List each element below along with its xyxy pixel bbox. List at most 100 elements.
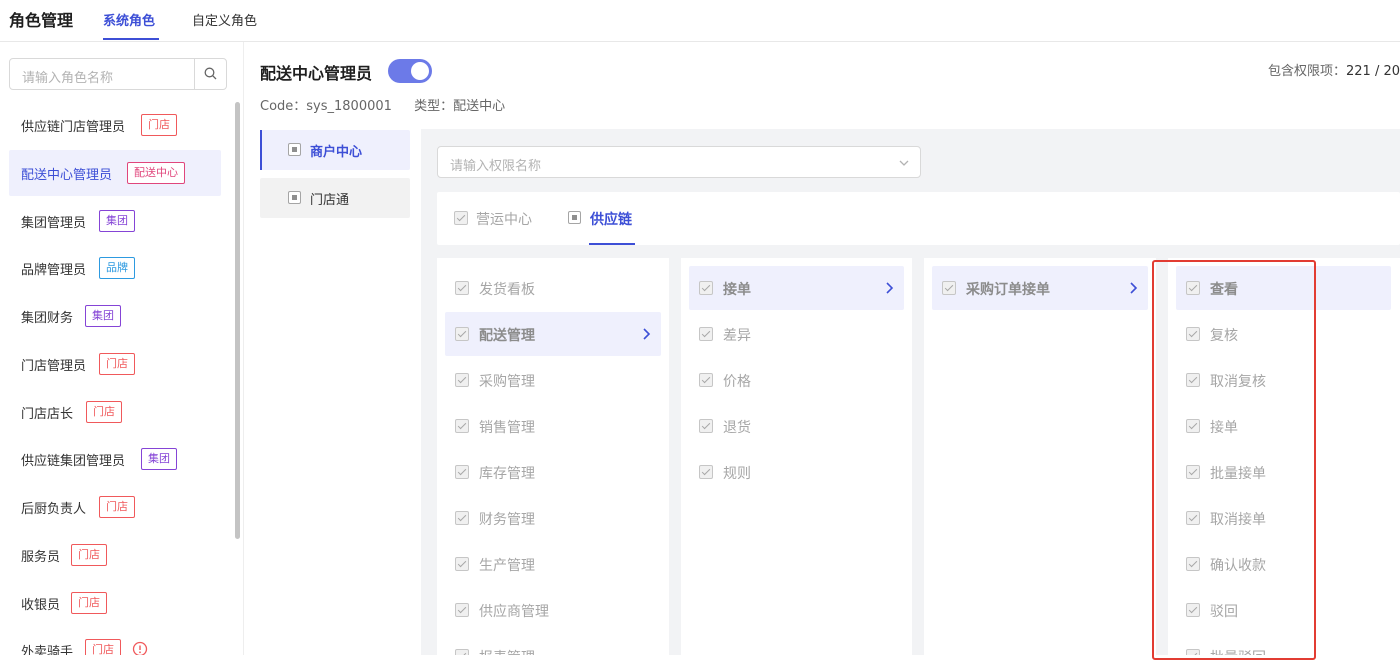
permission-item[interactable]: 采购管理 xyxy=(445,358,661,402)
permission-item[interactable]: 复核 xyxy=(1176,312,1391,356)
checkbox-icon[interactable] xyxy=(1186,511,1200,525)
role-title: 配送中心管理员 xyxy=(260,64,373,83)
partial-checkbox-icon[interactable] xyxy=(568,211,581,224)
role-list-scrollbar[interactable] xyxy=(235,102,240,539)
app-item-store-pass[interactable]: 门店通 xyxy=(260,178,410,218)
role-search-input[interactable]: 请输入角色名称 xyxy=(9,58,227,90)
permission-count-value: 221 / 20 xyxy=(1346,64,1400,79)
role-name: 品牌管理员 xyxy=(21,263,87,278)
role-item[interactable]: 供应链门店管理员 门店 xyxy=(9,102,221,148)
permission-label: 发货看板 xyxy=(479,282,535,298)
checkbox-icon[interactable] xyxy=(455,465,469,479)
partial-checkbox-icon[interactable] xyxy=(288,191,301,204)
top-bar: 角色管理 系统角色 自定义角色 xyxy=(0,0,1400,42)
permission-item-selected[interactable]: 接单 xyxy=(689,266,904,310)
checkbox-icon[interactable] xyxy=(1186,603,1200,617)
module-active-indicator xyxy=(589,243,635,245)
role-item[interactable]: 外卖骑手 门店 xyxy=(9,627,221,655)
role-name: 收银员 xyxy=(21,598,61,613)
checkbox-icon[interactable] xyxy=(1186,557,1200,571)
permission-item[interactable]: 批量接单 xyxy=(1176,450,1391,494)
checkbox-icon[interactable] xyxy=(699,281,713,295)
checkbox-icon[interactable] xyxy=(1186,419,1200,433)
checkbox-icon[interactable] xyxy=(455,557,469,571)
permission-label: 价格 xyxy=(723,374,751,390)
permission-item[interactable]: 销售管理 xyxy=(445,404,661,448)
checkbox-icon[interactable] xyxy=(455,327,469,341)
permission-item-selected[interactable]: 配送管理 xyxy=(445,312,661,356)
checkbox-icon[interactable] xyxy=(699,373,713,387)
role-tag: 集团 xyxy=(99,210,135,232)
permission-item[interactable]: 发货看板 xyxy=(445,266,661,310)
permission-label: 接单 xyxy=(1210,420,1238,436)
partial-checkbox-icon[interactable] xyxy=(288,143,301,156)
checkbox-icon[interactable] xyxy=(699,419,713,433)
permission-item[interactable]: 差异 xyxy=(689,312,904,356)
permission-item[interactable]: 取消复核 xyxy=(1176,358,1391,402)
checkbox-icon[interactable] xyxy=(455,419,469,433)
toggle-knob xyxy=(411,62,429,80)
role-list-panel: 请输入角色名称 供应链门店管理员 门店 配送中心管理员 配送中心 集团管理员 集… xyxy=(0,42,244,655)
checkbox-icon[interactable] xyxy=(455,649,469,655)
checkbox-icon[interactable] xyxy=(699,327,713,341)
permission-item[interactable]: 生产管理 xyxy=(445,542,661,586)
permission-label: 批量驳回 xyxy=(1210,647,1266,655)
role-item[interactable]: 集团财务 集团 xyxy=(9,293,221,339)
permission-label: 库存管理 xyxy=(479,466,535,482)
checkbox-icon[interactable] xyxy=(1186,373,1200,387)
permission-item-selected[interactable]: 采购订单接单 xyxy=(932,266,1148,310)
permission-label: 采购订单接单 xyxy=(966,282,1050,298)
role-item[interactable]: 供应链集团管理员 集团 xyxy=(9,436,221,482)
role-item[interactable]: 门店管理员 门店 xyxy=(9,341,221,387)
role-tag: 门店 xyxy=(141,114,177,136)
role-item[interactable]: 门店店长 门店 xyxy=(9,389,221,435)
permission-item[interactable]: 确认收款 xyxy=(1176,542,1391,586)
role-enabled-toggle[interactable] xyxy=(388,59,432,83)
checkbox-icon[interactable] xyxy=(454,211,468,225)
checkbox-icon[interactable] xyxy=(455,603,469,617)
permission-item[interactable]: 规则 xyxy=(689,450,904,494)
permission-item[interactable]: 驳回 xyxy=(1176,588,1391,632)
role-name: 外卖骑手 xyxy=(21,645,74,655)
checkbox-icon[interactable] xyxy=(455,281,469,295)
checkbox-icon[interactable] xyxy=(942,281,956,295)
permission-label: 生产管理 xyxy=(479,558,535,574)
permission-item[interactable]: 批量驳回 xyxy=(1176,634,1391,655)
permission-item[interactable]: 取消接单 xyxy=(1176,496,1391,540)
permission-item[interactable]: 财务管理 xyxy=(445,496,661,540)
permission-item[interactable]: 报表管理 xyxy=(445,634,661,655)
app-item-merchant-center[interactable]: 商户中心 xyxy=(260,130,410,170)
permission-item[interactable]: 供应商管理 xyxy=(445,588,661,632)
search-button[interactable] xyxy=(194,59,226,89)
checkbox-icon[interactable] xyxy=(455,511,469,525)
role-item[interactable]: 收银员 门店 xyxy=(9,580,221,626)
role-name: 服务员 xyxy=(21,550,61,565)
role-item[interactable]: 集团管理员 集团 xyxy=(9,198,221,244)
permission-item[interactable]: 退货 xyxy=(689,404,904,448)
checkbox-icon[interactable] xyxy=(455,373,469,387)
permission-label: 确认收款 xyxy=(1210,558,1266,574)
role-item[interactable]: 后厨负责人 门店 xyxy=(9,484,221,530)
checkbox-icon[interactable] xyxy=(1186,465,1200,479)
permission-label: 采购管理 xyxy=(479,374,535,390)
checkbox-icon[interactable] xyxy=(699,465,713,479)
checkbox-icon[interactable] xyxy=(1186,281,1200,295)
permission-search-input[interactable]: 请输入权限名称 xyxy=(437,146,921,178)
warning-icon[interactable] xyxy=(132,641,148,655)
checkbox-icon[interactable] xyxy=(1186,327,1200,341)
tab-custom-roles[interactable]: 自定义角色 xyxy=(192,10,257,29)
role-type: 类型：配送中心 xyxy=(414,99,506,114)
role-meta: Code：sys_1800001 类型：配送中心 xyxy=(260,95,523,114)
chevron-right-icon xyxy=(1130,282,1138,294)
tab-system-roles[interactable]: 系统角色 xyxy=(103,10,155,29)
permission-label: 批量接单 xyxy=(1210,466,1266,482)
role-item[interactable]: 服务员 门店 xyxy=(9,532,221,578)
checkbox-icon[interactable] xyxy=(1186,649,1200,655)
permission-item[interactable]: 价格 xyxy=(689,358,904,402)
permission-item[interactable]: 库存管理 xyxy=(445,450,661,494)
permission-item-selected[interactable]: 查看 xyxy=(1176,266,1391,310)
role-item[interactable]: 品牌管理员 品牌 xyxy=(9,245,221,291)
role-item-active[interactable]: 配送中心管理员 配送中心 xyxy=(9,150,221,196)
permission-item[interactable]: 接单 xyxy=(1176,404,1391,448)
tab-active-indicator xyxy=(103,38,159,40)
